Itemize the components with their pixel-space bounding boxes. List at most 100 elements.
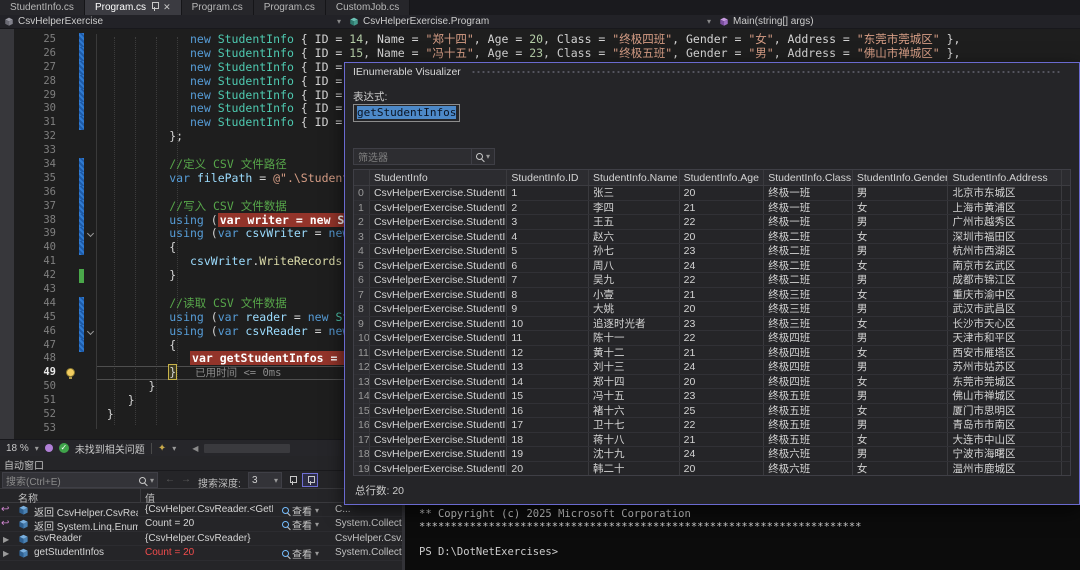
tab-program-cs-2[interactable]: Program.cs	[182, 0, 254, 15]
chevron-down-icon[interactable]: ▾	[35, 444, 39, 453]
cell: 8	[507, 288, 589, 302]
table-header-row: StudentInfoStudentInfo.IDStudentInfo.Nam…	[354, 170, 1070, 186]
table-row[interactable]: 19CsvHelperExercise.StudentInfo20韩二十20终极…	[354, 462, 1070, 477]
autos-window: 自动窗口 搜索(Ctrl+E) ▾ ← → 搜索深度: 3 ▾ 名称 值 类 ↩…	[0, 456, 402, 570]
chevron-down-icon[interactable]: ▾	[707, 17, 711, 26]
table-row[interactable]: 15CsvHelperExercise.StudentInfo16褚十六25终极…	[354, 404, 1070, 419]
autos-row--system-linq-enumer-[interactable]: ↩返回 System.Linq.Enumer...Count = 20查看▾Sy…	[0, 517, 402, 531]
codelens-icon[interactable]	[45, 444, 53, 452]
cleanup-icon[interactable]: ✦	[158, 443, 166, 454]
column-header-studentinfo-gender[interactable]: StudentInfo.Gender	[853, 170, 949, 185]
table-row[interactable]: 3CsvHelperExercise.StudentInfo4赵六20终极二班女…	[354, 230, 1070, 245]
tab-program-cs-3[interactable]: Program.cs	[254, 0, 326, 15]
dialog-title-bar[interactable]: IEnumerable Visualizer	[345, 63, 1079, 81]
autos-row--csvhelper-csvreade-[interactable]: ↩返回 CsvHelper.CsvReade...{CsvHelper.CsvR…	[0, 503, 402, 517]
line-number: 38	[14, 214, 56, 228]
cell: 女	[853, 346, 949, 360]
breadcrumb-member[interactable]: Main(string[] args)	[715, 15, 1080, 28]
filter-input[interactable]: 筛选器 ▾	[353, 148, 495, 165]
token: filePath	[197, 171, 252, 185]
table-row[interactable]: 8CsvHelperExercise.StudentInfo9大姚20终极三班男…	[354, 302, 1070, 317]
table-row[interactable]: 1CsvHelperExercise.StudentInfo2李四21终极一班女…	[354, 201, 1070, 216]
column-header-studentinfo-name[interactable]: StudentInfo.Name	[589, 170, 680, 185]
view-button[interactable]: 查看▾	[280, 503, 321, 517]
back-arrow-icon[interactable]: ←	[165, 474, 175, 485]
table-row[interactable]: 10CsvHelperExercise.StudentInfo11陈十一22终极…	[354, 331, 1070, 346]
row-filler	[1062, 201, 1070, 215]
horizontal-scrollbar[interactable]	[204, 444, 290, 453]
table-row[interactable]: 17CsvHelperExercise.StudentInfo18蒋十八21终极…	[354, 433, 1070, 448]
line-number: 35	[14, 172, 56, 186]
token: new	[100, 88, 218, 102]
cell: 女	[853, 288, 949, 302]
line-number: 49	[14, 366, 56, 380]
pin-icon[interactable]	[151, 2, 158, 13]
autos-row-getstudentinfos[interactable]: ▶getStudentInfosCount = 20查看▾System.Coll…	[0, 546, 402, 560]
table-row[interactable]: 16CsvHelperExercise.StudentInfo17卫十七22终极…	[354, 418, 1070, 433]
filter-search-button[interactable]: ▾	[471, 149, 494, 164]
cell: 男	[853, 186, 949, 200]
scroll-left-arrow-icon[interactable]: ◀	[192, 444, 198, 453]
zoom-level[interactable]: 18 %	[6, 443, 29, 454]
pin-properties-button[interactable]	[302, 473, 318, 487]
column-header-studentinfo-age[interactable]: StudentInfo.Age	[680, 170, 765, 185]
expression-input[interactable]: getStudentInfos	[353, 104, 460, 122]
table-row[interactable]: 7CsvHelperExercise.StudentInfo8小壹21终极三班女…	[354, 288, 1070, 303]
chevron-down-icon[interactable]: ▾	[150, 476, 154, 485]
chevron-down-icon[interactable]: ▾	[337, 17, 341, 26]
table-row[interactable]: 18CsvHelperExercise.StudentInfo19沈十九24终极…	[354, 447, 1070, 462]
breadcrumb-project[interactable]: CsvHelperExercise ▾	[0, 15, 345, 28]
column-header-studentinfo-class[interactable]: StudentInfo.Class	[764, 170, 853, 185]
token: "女"	[748, 32, 773, 46]
breadcrumb-type[interactable]: CsvHelperExercise.Program ▾	[345, 15, 715, 28]
fold-chevron-icon[interactable]	[87, 230, 94, 237]
view-button[interactable]: 查看▾	[280, 546, 321, 560]
outline-margin-line	[96, 34, 97, 429]
expand-arrow-icon[interactable]: ▶	[3, 549, 9, 558]
row-index: 19	[354, 462, 370, 476]
tab-studentinfo-cs-0[interactable]: StudentInfo.cs	[0, 0, 85, 15]
cell: 女	[853, 404, 949, 418]
code-text: //定义 CSV 文件路径	[100, 158, 287, 172]
column-divider[interactable]	[140, 489, 141, 502]
tab-customjob-cs-4[interactable]: CustomJob.cs	[326, 0, 410, 15]
variable-value: {CsvHelper.CsvReader}	[145, 533, 251, 544]
table-row[interactable]: 11CsvHelperExercise.StudentInfo12黄十二21终极…	[354, 346, 1070, 361]
expand-arrow-icon[interactable]: ▶	[3, 535, 9, 544]
breakpoint-margin[interactable]	[0, 29, 14, 439]
column-header-studentinfo-address[interactable]: StudentInfo.Address	[948, 170, 1062, 185]
cell: 苏州市姑苏区	[948, 360, 1062, 374]
table-row[interactable]: 0CsvHelperExercise.StudentInfo1张三20终极一班男…	[354, 186, 1070, 201]
variable-type: CsvHelper.Csv...	[335, 533, 409, 544]
pin-values-button[interactable]	[284, 473, 300, 487]
column-header-studentinfo[interactable]: StudentInfo	[370, 170, 507, 185]
forward-arrow-icon[interactable]: →	[181, 474, 191, 485]
token: , Name =	[363, 46, 425, 60]
table-row[interactable]: 4CsvHelperExercise.StudentInfo5孙七23终极二班男…	[354, 244, 1070, 259]
cell: CsvHelperExercise.StudentInfo	[370, 389, 507, 403]
view-button[interactable]: 查看▾	[280, 517, 321, 531]
table-row[interactable]: 6CsvHelperExercise.StudentInfo7吴九22终极二班男…	[354, 273, 1070, 288]
cell: 广州市越秀区	[948, 215, 1062, 229]
cell: CsvHelperExercise.StudentInfo	[370, 186, 507, 200]
row-filler	[1062, 360, 1070, 374]
search-input[interactable]: 搜索(Ctrl+E) ▾	[2, 472, 158, 488]
token: (	[211, 324, 218, 338]
lightbulb-icon[interactable]	[66, 368, 75, 377]
table-row[interactable]: 12CsvHelperExercise.StudentInfo13刘十三24终极…	[354, 360, 1070, 375]
column-header-studentinfo-id[interactable]: StudentInfo.ID	[507, 170, 589, 185]
chevron-down-icon[interactable]: ▾	[172, 444, 176, 453]
tab-program-cs-1[interactable]: Program.cs✕	[85, 0, 182, 15]
close-icon[interactable]: ✕	[163, 3, 171, 12]
autos-toolbar: 搜索(Ctrl+E) ▾ ← → 搜索深度: 3 ▾	[0, 470, 402, 488]
search-depth-select[interactable]: 3 ▾	[248, 472, 282, 488]
view-button-label: 查看	[292, 503, 312, 518]
table-row[interactable]: 14CsvHelperExercise.StudentInfo15冯十五23终极…	[354, 389, 1070, 404]
cell: 终极二班	[764, 230, 853, 244]
table-row[interactable]: 9CsvHelperExercise.StudentInfo10追逐时光者23终…	[354, 317, 1070, 332]
fold-chevron-icon[interactable]	[87, 328, 94, 335]
table-row[interactable]: 2CsvHelperExercise.StudentInfo3王五22终极一班男…	[354, 215, 1070, 230]
autos-row-csvreader[interactable]: ▶csvReader{CsvHelper.CsvReader}CsvHelper…	[0, 532, 402, 546]
table-row[interactable]: 5CsvHelperExercise.StudentInfo6周八24终极二班女…	[354, 259, 1070, 274]
table-row[interactable]: 13CsvHelperExercise.StudentInfo14郑十四20终极…	[354, 375, 1070, 390]
